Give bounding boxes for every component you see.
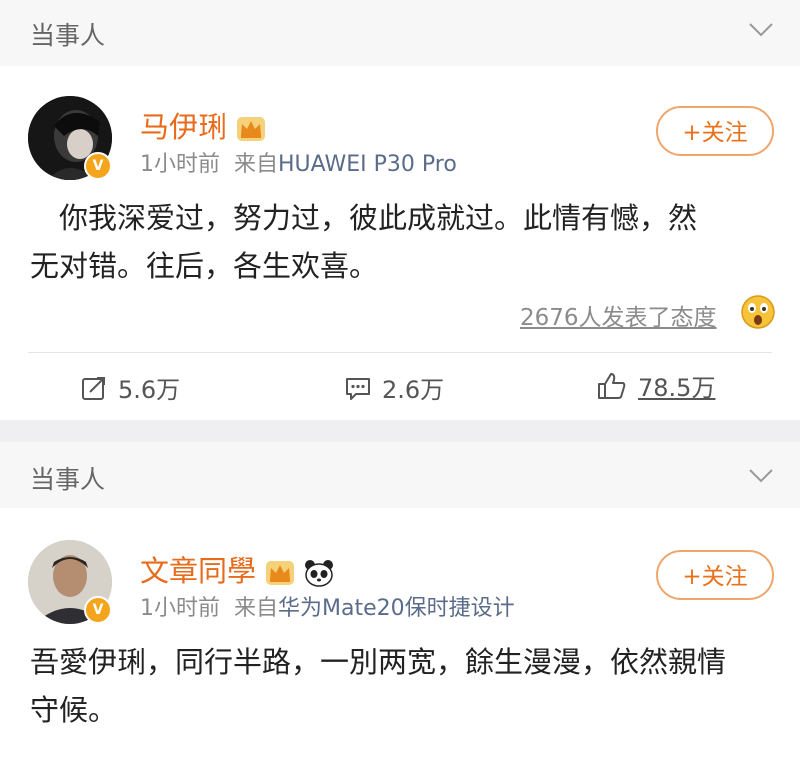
chevron-down-icon[interactable] (748, 468, 774, 484)
post-text-line: 你我深爱过，努力过，彼此成就过。此情有憾，然 (30, 201, 698, 235)
repost-button[interactable]: 5.6万 (80, 370, 180, 405)
author-name[interactable]: 文章同學 (140, 548, 334, 590)
verified-badge-icon: V (84, 596, 112, 624)
section-gap (0, 420, 800, 442)
section-header-1: 当事人 (0, 0, 800, 66)
divider (28, 352, 772, 353)
thumbs-up-icon (598, 372, 626, 399)
follow-button[interactable]: +关注 (656, 106, 774, 156)
like-count: 78.5万 (638, 374, 716, 402)
comment-count: 2.6万 (382, 376, 445, 404)
post-text-line: 吾愛伊琍，同行半路，一別两宽，餘生漫漫，依然親情 (30, 645, 727, 679)
section-header-2: 当事人 (0, 442, 800, 508)
surprised-face-icon (741, 295, 775, 329)
post-source[interactable]: HUAWEI P30 Pro (278, 152, 457, 177)
follow-button[interactable]: +关注 (656, 550, 774, 600)
post-meta: 1小时前 来自华为Mate20保时捷设计 (140, 590, 515, 622)
post-time: 1小时前 (140, 596, 220, 621)
comment-button[interactable]: 2.6万 (344, 370, 444, 405)
post-time: 1小时前 (140, 152, 220, 177)
post-source[interactable]: 华为Mate20保时捷设计 (278, 596, 515, 621)
verified-badge-icon: V (84, 152, 112, 180)
post-meta: 1小时前 来自HUAWEI P30 Pro (140, 146, 457, 178)
panda-icon (305, 560, 334, 587)
post-text-line: 守候。 (30, 693, 118, 727)
post-text-line: 无对错。往后，各生欢喜。 (30, 249, 379, 283)
source-prefix: 来自 (234, 152, 279, 177)
author-name[interactable]: 马伊琍 (140, 104, 266, 146)
section-title: 当事人 (30, 465, 106, 494)
crown-icon (237, 117, 266, 141)
repost-icon (82, 376, 105, 400)
comment-icon (346, 377, 370, 400)
attitude-count-link[interactable]: 2676人发表了态度 (520, 298, 717, 332)
chevron-down-icon[interactable] (748, 22, 774, 38)
section-title: 当事人 (30, 21, 106, 50)
repost-count: 5.6万 (118, 376, 181, 404)
crown-icon (266, 561, 295, 585)
source-prefix: 来自 (234, 596, 279, 621)
like-button[interactable]: 78.5万 (596, 368, 715, 403)
